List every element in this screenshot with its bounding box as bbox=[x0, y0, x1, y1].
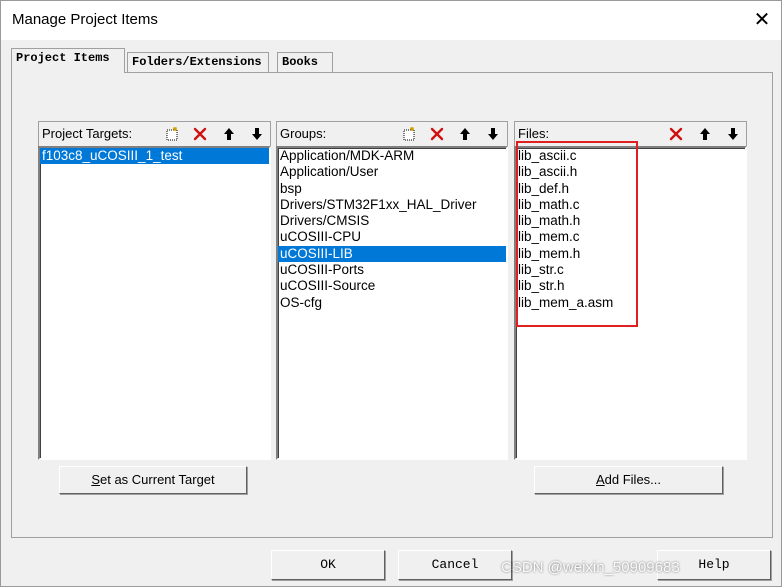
tab-books[interactable]: Books bbox=[277, 52, 333, 72]
move-up-icon[interactable] bbox=[694, 123, 716, 145]
project-targets-label: Project Targets: bbox=[42, 126, 133, 141]
title-bar: Manage Project Items ✕ bbox=[1, 1, 781, 40]
list-item[interactable]: uCOSIII-LIB bbox=[278, 245, 506, 263]
list-item[interactable]: uCOSIII-Ports bbox=[278, 262, 506, 278]
set-as-current-target-button[interactable]: Set as Current Target bbox=[59, 466, 247, 494]
project-targets-list[interactable]: f103c8_uCOSIII_1_test bbox=[38, 146, 271, 460]
close-icon[interactable]: ✕ bbox=[749, 7, 775, 33]
list-item[interactable]: Application/User bbox=[278, 164, 506, 180]
move-down-icon[interactable] bbox=[722, 123, 744, 145]
delete-icon[interactable] bbox=[665, 123, 687, 145]
list-item[interactable]: bsp bbox=[278, 181, 506, 197]
add-files-label: dd Files... bbox=[604, 472, 662, 487]
project-targets-header: Project Targets: bbox=[38, 121, 271, 146]
new-icon[interactable] bbox=[398, 123, 420, 145]
list-item[interactable]: Application/MDK-ARM bbox=[278, 148, 506, 164]
cancel-button[interactable]: Cancel bbox=[398, 550, 512, 580]
list-item[interactable]: uCOSIII-CPU bbox=[278, 229, 506, 245]
watermark: CSDN @weixin_50909683 bbox=[501, 559, 680, 576]
list-item[interactable]: OS-cfg bbox=[278, 295, 506, 311]
groups-header: Groups: bbox=[276, 121, 508, 146]
annotation-highlight-box bbox=[516, 141, 638, 327]
list-item[interactable]: Drivers/STM32F1xx_HAL_Driver bbox=[278, 197, 506, 213]
files-label: Files: bbox=[518, 126, 550, 141]
groups-group: Groups: Application/MDK-ARM Application/… bbox=[276, 121, 508, 460]
tab-folders-extensions[interactable]: Folders/Extensions bbox=[127, 52, 269, 72]
new-icon[interactable] bbox=[161, 123, 183, 145]
project-targets-group: Project Targets: f103c8_uCOSIII_1_test bbox=[38, 121, 271, 460]
ok-button[interactable]: OK bbox=[271, 550, 385, 580]
move-down-icon[interactable] bbox=[246, 123, 268, 145]
set-target-label: et as Current Target bbox=[100, 472, 215, 487]
groups-label: Groups: bbox=[280, 126, 327, 141]
tab-project-items[interactable]: Project Items bbox=[11, 48, 125, 73]
move-up-icon[interactable] bbox=[218, 123, 240, 145]
add-files-button[interactable]: Add Files... bbox=[534, 466, 723, 494]
add-files-accel: A bbox=[595, 472, 605, 487]
delete-icon[interactable] bbox=[189, 123, 211, 145]
delete-icon[interactable] bbox=[426, 123, 448, 145]
list-item[interactable]: uCOSIII-Source bbox=[278, 278, 506, 294]
set-target-accel: S bbox=[91, 472, 100, 487]
list-item[interactable]: Drivers/CMSIS bbox=[278, 213, 506, 229]
move-up-icon[interactable] bbox=[454, 123, 476, 145]
window-title: Manage Project Items bbox=[12, 11, 158, 28]
groups-list[interactable]: Application/MDK-ARM Application/User bsp… bbox=[276, 146, 508, 460]
move-down-icon[interactable] bbox=[482, 123, 504, 145]
list-item[interactable]: f103c8_uCOSIII_1_test bbox=[40, 148, 269, 165]
manage-project-items-dialog: Manage Project Items ✕ Project Items Fol… bbox=[0, 0, 782, 587]
